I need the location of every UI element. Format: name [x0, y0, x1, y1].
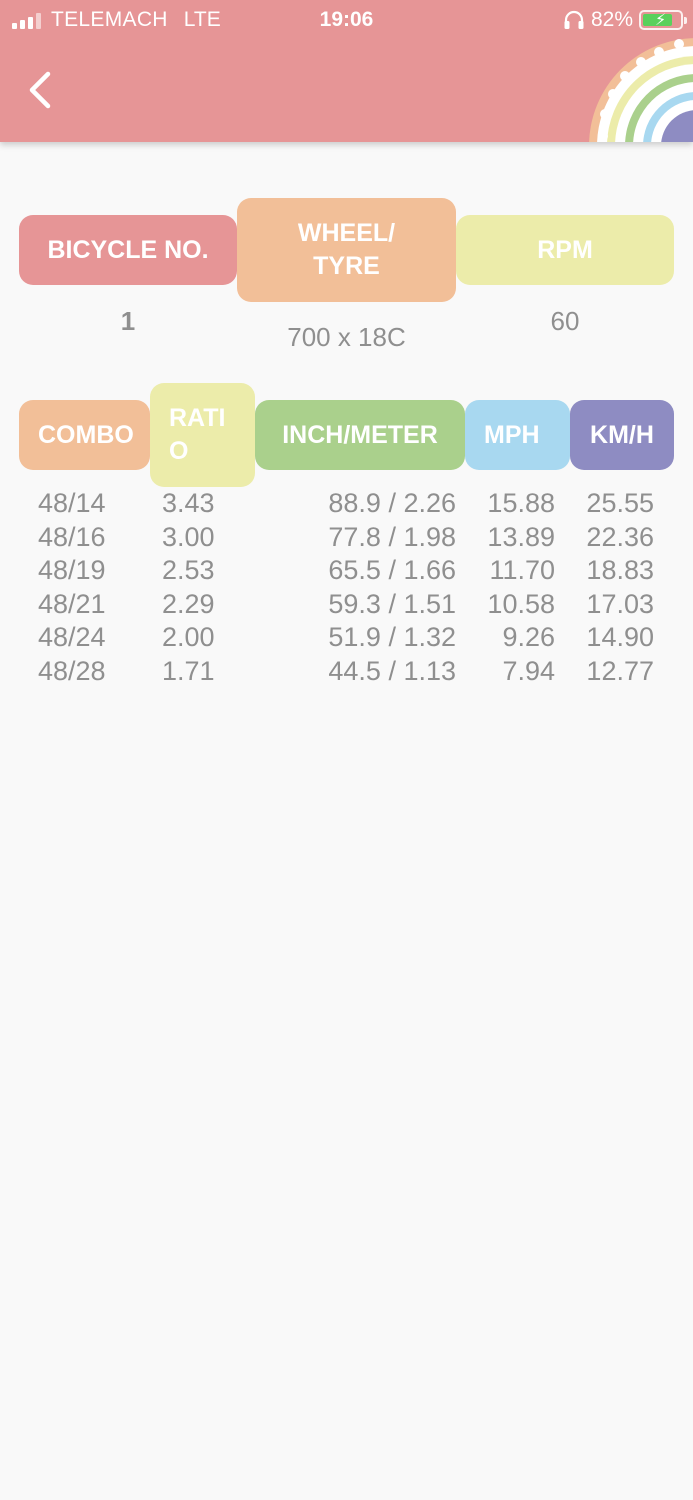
- app-header: TELEMACH LTE 19:06 82% ⚡︎: [0, 0, 693, 142]
- kmh-cell: 17.03: [586, 588, 654, 619]
- inch-meter-cell: 88.9 / 2.26: [328, 488, 456, 518]
- battery-percent: 82%: [590, 8, 633, 31]
- header-ratio: RATI O: [150, 383, 255, 487]
- inch-meter-cell: 51.9 / 1.32: [328, 622, 456, 653]
- kmh-cell: 18.83: [586, 555, 654, 586]
- mph-cell: 7.94: [502, 655, 555, 686]
- kmh-cell: 12.77: [586, 655, 654, 686]
- bicycle-no-value: 1: [120, 306, 136, 336]
- status-right: 82% ⚡︎: [563, 8, 687, 32]
- inch-meter-cell: 44.5 / 1.13: [328, 655, 456, 686]
- battery-charging-icon: ⚡︎: [639, 10, 687, 30]
- header-mph: MPH: [465, 400, 570, 470]
- header-inch-meter: INCH/METER: [255, 400, 465, 470]
- gear-table: 48/14 3.43 88.9 / 2.26 15.88 25.55 48/16…: [0, 487, 693, 689]
- mph-cell: 10.58: [487, 588, 555, 619]
- header-kmh: KM/H: [570, 400, 674, 470]
- combo-cell: 48/24: [38, 622, 106, 653]
- table-row: 48/21 2.29 59.3 / 1.51 10.58 17.03: [0, 588, 693, 622]
- combo-cell: 48/16: [38, 521, 106, 552]
- header-combo: COMBO: [19, 400, 150, 470]
- inch-meter-cell: 65.5 / 1.66: [328, 555, 456, 586]
- combo-cell: 48/28: [38, 655, 106, 686]
- mph-cell: 9.26: [502, 622, 555, 653]
- ratio-cell: 3.00: [162, 521, 215, 552]
- kmh-cell: 22.36: [586, 521, 654, 552]
- rainbow-gear-icon: [589, 38, 693, 142]
- charging-bolt-icon: ⚡︎: [655, 12, 667, 29]
- mph-cell: 11.70: [489, 555, 555, 586]
- header-bicycle-no: BICYCLE NO.: [19, 215, 237, 285]
- inch-meter-cell: 77.8 / 1.98: [328, 521, 456, 552]
- back-button[interactable]: [22, 66, 62, 114]
- headphones-icon: [564, 10, 584, 29]
- table-row: 48/28 1.71 44.5 / 1.13 7.94 12.77: [0, 655, 693, 689]
- table-row: 48/19 2.53 65.5 / 1.66 11.70 18.83: [0, 554, 693, 588]
- mph-cell: 15.88: [487, 488, 555, 518]
- table-row: 48/16 3.00 77.8 / 1.98 13.89 22.36: [0, 521, 693, 555]
- combo-cell: 48/19: [38, 555, 106, 586]
- ratio-cell: 2.00: [162, 622, 215, 653]
- status-bar: TELEMACH LTE 19:06 82% ⚡︎: [0, 0, 693, 40]
- wheel-tyre-value: 700 x 18C: [287, 322, 406, 352]
- combo-cell: 48/14: [38, 488, 106, 518]
- table-row: 48/14 3.43 88.9 / 2.26 15.88 25.55: [0, 487, 693, 521]
- ratio-cell: 2.29: [162, 588, 215, 619]
- kmh-cell: 14.90: [586, 622, 654, 653]
- header-rpm: RPM: [456, 215, 674, 285]
- kmh-cell: 25.55: [586, 488, 654, 518]
- chevron-left-icon: [29, 71, 51, 109]
- combo-cell: 48/21: [38, 588, 106, 619]
- table-row: 48/24 2.00 51.9 / 1.32 9.26 14.90: [0, 621, 693, 655]
- ratio-cell: 2.53: [162, 555, 215, 586]
- ratio-cell: 1.71: [162, 655, 215, 686]
- rpm-value: 60: [550, 306, 580, 336]
- mph-cell: 13.89: [487, 521, 555, 552]
- ratio-cell: 3.43: [162, 488, 215, 518]
- inch-meter-cell: 59.3 / 1.51: [328, 588, 456, 619]
- header-wheel-tyre: WHEEL/ TYRE: [237, 198, 456, 302]
